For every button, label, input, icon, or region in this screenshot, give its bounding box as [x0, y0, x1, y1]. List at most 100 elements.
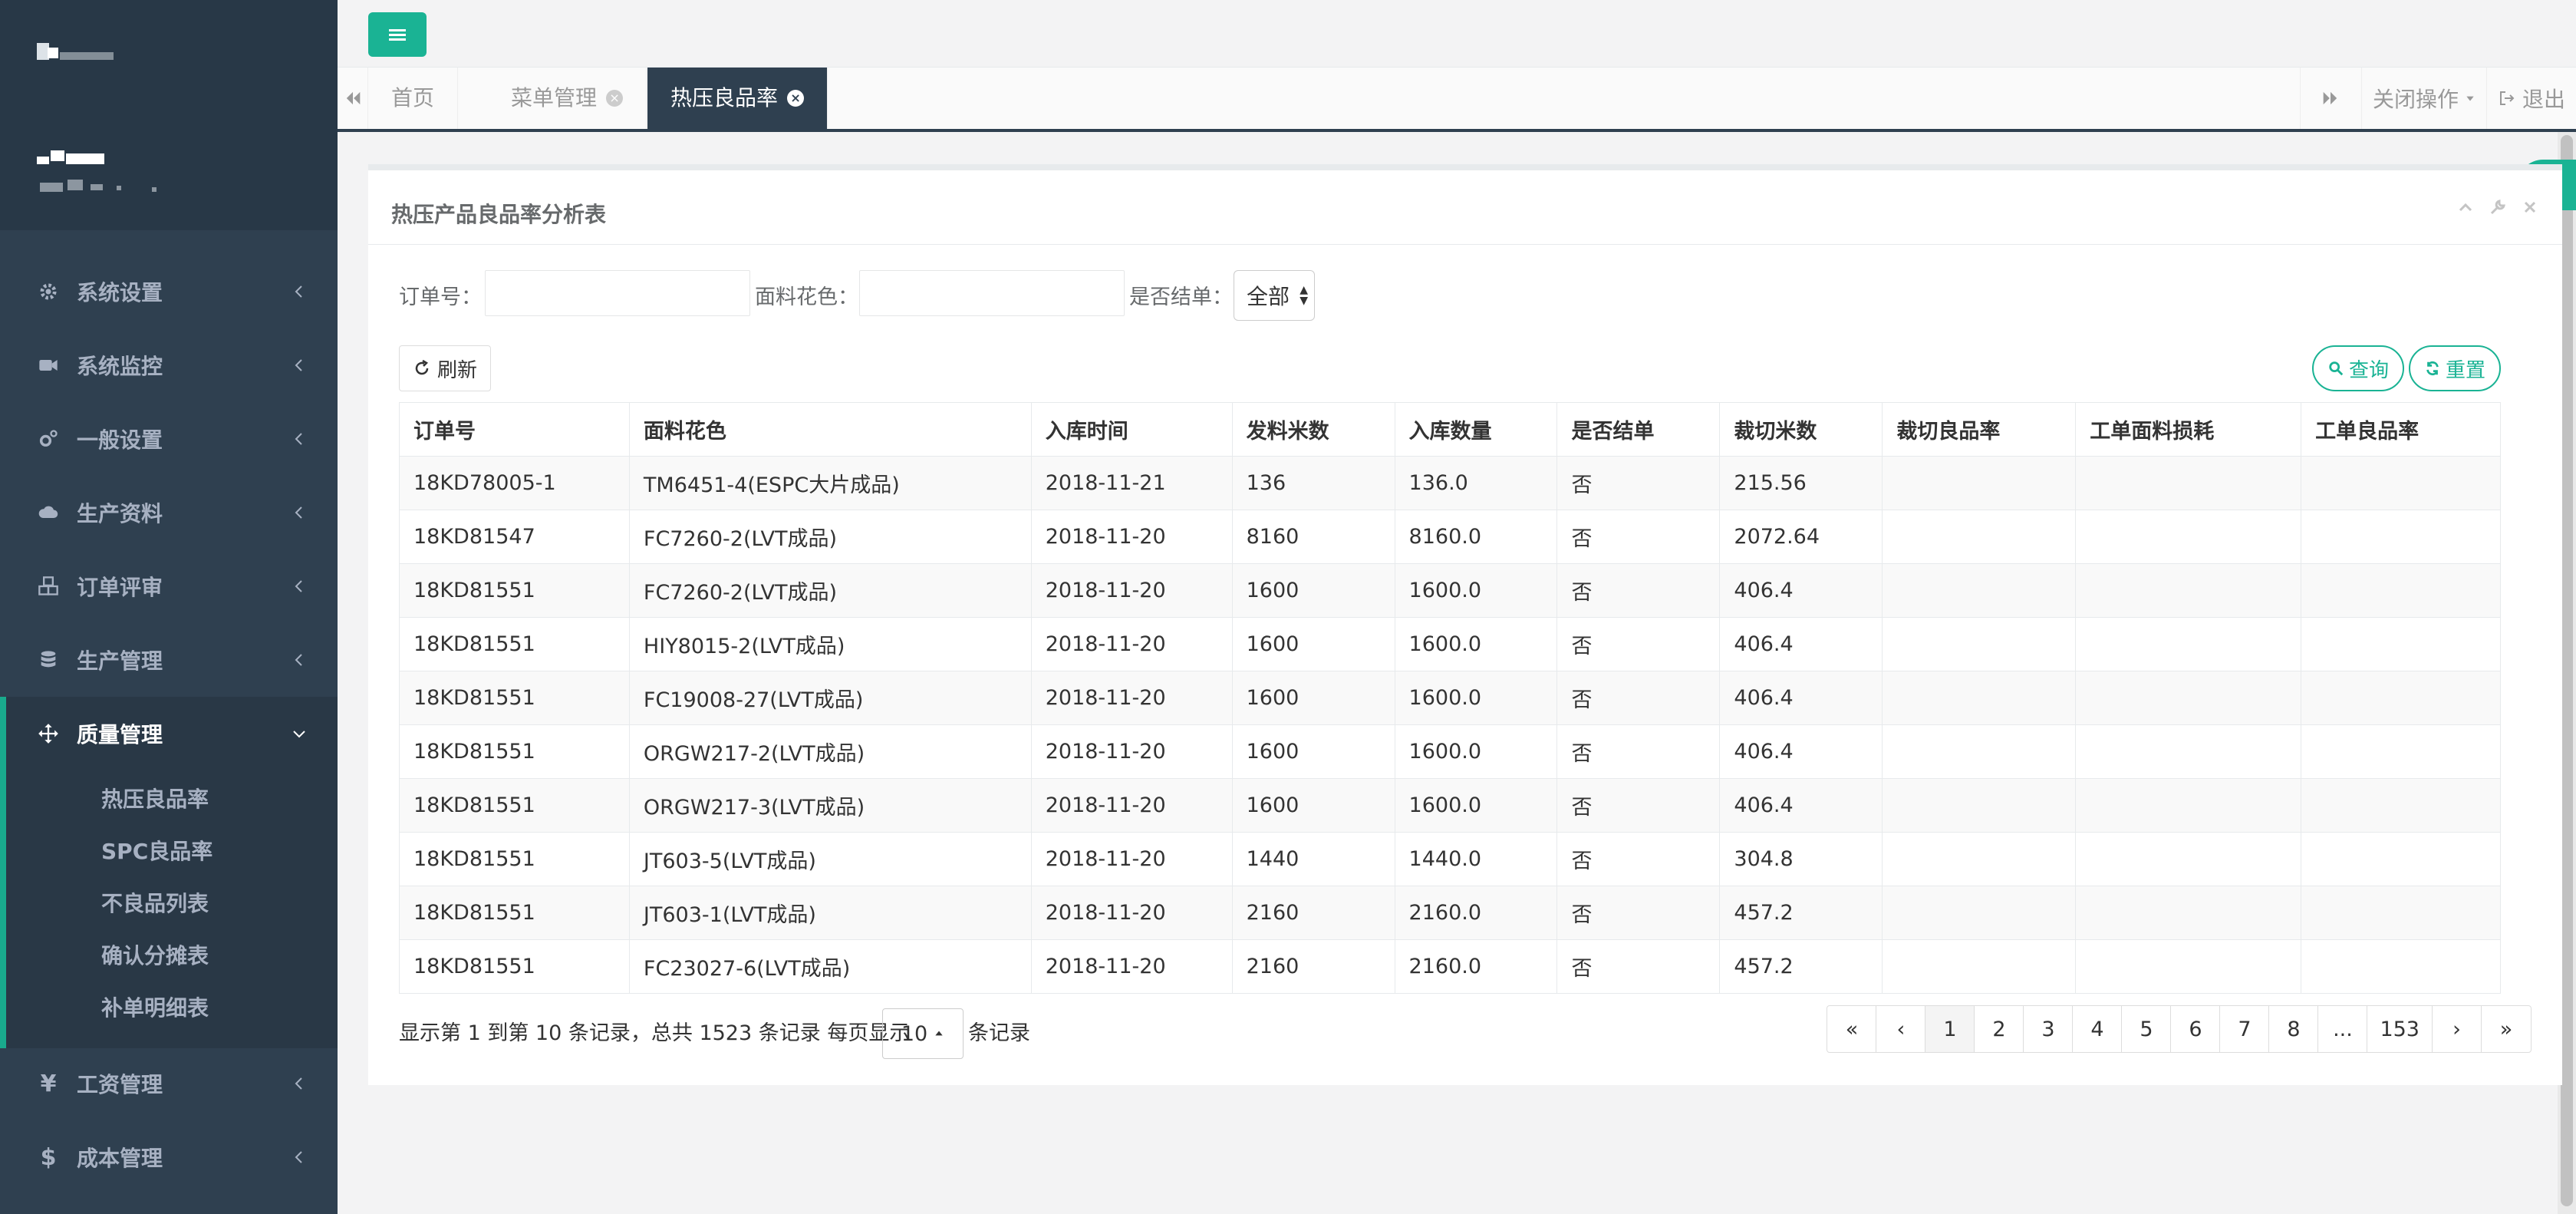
collapse-icon[interactable] [2456, 198, 2475, 216]
table-cell: FC7260-2(LVT成品) [628, 510, 1032, 564]
chevron-left-icon [295, 285, 302, 298]
table-row[interactable]: 18KD81551 JT603-5(LVT成品) 2018-11-20 1440 144… [399, 832, 2501, 886]
column-header[interactable]: 面料花色 [628, 402, 1032, 457]
page-button[interactable]: 6 [2171, 1006, 2221, 1052]
table-cell: 18KD78005-1 [399, 456, 630, 510]
logout-label: 退出 [2522, 87, 2565, 112]
column-header[interactable]: 入库数量 [1394, 402, 1558, 457]
nav-salary-management[interactable]: ¥ 工资管理 [0, 1047, 338, 1120]
table-cell: 136 [1231, 456, 1395, 510]
tab-home[interactable]: 首页 [368, 68, 459, 129]
table-cell: 406.4 [1719, 671, 1883, 725]
fabric-color-label: 面料花色： [755, 285, 858, 309]
table-cell [1882, 886, 2077, 940]
table-row[interactable]: 18KD81551 HIY8015-2(LVT成品) 2018-11-20 1600 1… [399, 617, 2501, 671]
order-no-input[interactable] [485, 270, 750, 316]
page-button[interactable]: « [1827, 1006, 1877, 1052]
nav-production-management[interactable]: 生产管理 [0, 623, 338, 697]
table-cell [2301, 510, 2501, 564]
tab-menu-management[interactable]: 菜单管理 × [488, 68, 647, 129]
wrench-icon[interactable] [2489, 198, 2507, 216]
profile-name[interactable] [37, 150, 107, 170]
column-header[interactable]: 入库时间 [1030, 402, 1233, 457]
table-cell: 否 [1556, 456, 1721, 510]
nav-production-data[interactable]: 生产资料 [0, 476, 338, 549]
close-icon[interactable] [2521, 198, 2539, 216]
refresh-button[interactable]: 刷新 [399, 345, 491, 391]
chevron-left-icon [295, 1151, 302, 1163]
double-chevron-right-icon [2324, 91, 2337, 105]
tabs-scroll-right-button[interactable] [2299, 68, 2361, 129]
nav-cost-management[interactable]: $ 成本管理 [0, 1120, 338, 1194]
scrollbar-thumb[interactable] [2561, 135, 2573, 1206]
page-size-select[interactable]: 10 [882, 1008, 964, 1059]
table-cell: 2018-11-20 [1030, 563, 1233, 618]
search-button[interactable]: 查询 [2312, 345, 2404, 391]
table-cell [1882, 939, 2077, 994]
table-cell: 18KD81551 [399, 671, 630, 725]
column-header[interactable]: 发料米数 [1231, 402, 1395, 457]
settled-select-value: 全部 [1247, 284, 1290, 309]
logout-button[interactable]: 退出 [2485, 68, 2576, 129]
nav-quality-management[interactable]: 质量管理 [0, 697, 338, 770]
table-cell [2301, 617, 2501, 671]
pagination: «‹ 1 2 3 4 5 6 7 8... 153 ›» [1827, 1005, 2532, 1053]
page-button[interactable]: 5 [2122, 1006, 2172, 1052]
table-row[interactable]: 18KD81551 FC19008-27(LVT成品) 2018-11-20 1600… [399, 671, 2501, 725]
chevron-left-icon [295, 506, 302, 519]
close-icon[interactable]: × [606, 90, 624, 107]
table-cell: 1600 [1231, 778, 1395, 833]
tabs-scroll-left-button[interactable] [338, 68, 368, 129]
table-row[interactable]: 18KD78005-1 TM6451-4(ESPC大片成品) 2018-11-21 1… [399, 456, 2501, 510]
page-button[interactable]: 4 [2073, 1006, 2123, 1052]
page-button[interactable]: » [2482, 1006, 2531, 1052]
page-button[interactable]: ‹ [1876, 1006, 1926, 1052]
menu-toggle-button[interactable] [368, 12, 427, 57]
page-button[interactable]: 2 [1975, 1006, 2024, 1052]
column-header[interactable]: 裁切良品率 [1882, 402, 2077, 457]
page-button[interactable]: 3 [2024, 1006, 2074, 1052]
column-header[interactable]: 裁切米数 [1719, 402, 1883, 457]
refresh-label: 刷新 [436, 358, 477, 382]
submenu-item-allocation-confirm[interactable]: 确认分摊表 [101, 933, 209, 979]
column-header[interactable]: 工单面料损耗 [2075, 402, 2302, 457]
fabric-color-input[interactable] [859, 270, 1125, 316]
table-row[interactable]: 18KD81547 FC7260-2(LVT成品) 2018-11-20 8160 81… [399, 510, 2501, 564]
reset-button[interactable]: 重置 [2409, 345, 2501, 391]
close-operations-dropdown[interactable]: 关闭操作 [2360, 68, 2486, 129]
table-row[interactable]: 18KD81551 FC23027-6(LVT成品) 2018-11-20 2160 2… [399, 939, 2501, 994]
table-cell [1882, 778, 2077, 833]
panel-divider [368, 244, 2562, 245]
page-button[interactable]: 7 [2220, 1006, 2270, 1052]
table-cell [2075, 563, 2302, 618]
table-row[interactable]: 18KD81551 JT603-1(LVT成品) 2018-11-20 2160 216… [399, 886, 2501, 940]
page-button[interactable]: 8 [2269, 1006, 2319, 1052]
page-button[interactable]: 1 [1925, 1006, 1975, 1052]
page-button[interactable]: 153 [2367, 1006, 2433, 1052]
profile-role[interactable] [40, 180, 163, 198]
table-row[interactable]: 18KD81551 FC7260-2(LVT成品) 2018-11-20 1600 16… [399, 563, 2501, 618]
table-body: 18KD78005-1 TM6451-4(ESPC大片成品) 2018-11-21 1… [399, 456, 2501, 994]
table-cell: 457.2 [1719, 886, 1883, 940]
submenu-item-reorder-detail[interactable]: 补单明细表 [101, 985, 209, 1031]
submenu-item-hot-press-yield[interactable]: 热压良品率 [101, 777, 209, 823]
nav-system-settings[interactable]: 系统设置 [0, 255, 338, 328]
column-header[interactable]: 订单号 [399, 402, 630, 457]
close-icon[interactable]: × [787, 90, 805, 107]
table-row[interactable]: 18KD81551 ORGW217-2(LVT成品) 2018-11-20 1600 1… [399, 724, 2501, 779]
page-button[interactable]: › [2433, 1006, 2482, 1052]
column-header[interactable]: 是否结单 [1556, 402, 1721, 457]
column-header[interactable]: 工单良品率 [2301, 402, 2501, 457]
chevron-left-icon [295, 433, 302, 445]
table-cell: 1600 [1231, 563, 1395, 618]
settled-select[interactable]: 全部 ▲ ▼ [1234, 270, 1315, 321]
nav-order-review[interactable]: 订单评审 [0, 549, 338, 623]
nav-system-monitor[interactable]: 系统监控 [0, 328, 338, 402]
submenu-item-defect-list[interactable]: 不良品列表 [101, 881, 209, 927]
table-row[interactable]: 18KD81551 ORGW217-3(LVT成品) 2018-11-20 1600 1… [399, 778, 2501, 833]
tab-hot-press-yield[interactable]: 热压良品率 × [647, 68, 828, 129]
nav-general-settings[interactable]: 一般设置 [0, 402, 338, 476]
submenu-item-spc-yield[interactable]: SPC良品率 [101, 829, 212, 875]
panel-title: 热压产品良品率分析表 [391, 202, 607, 227]
table-cell [2075, 456, 2302, 510]
